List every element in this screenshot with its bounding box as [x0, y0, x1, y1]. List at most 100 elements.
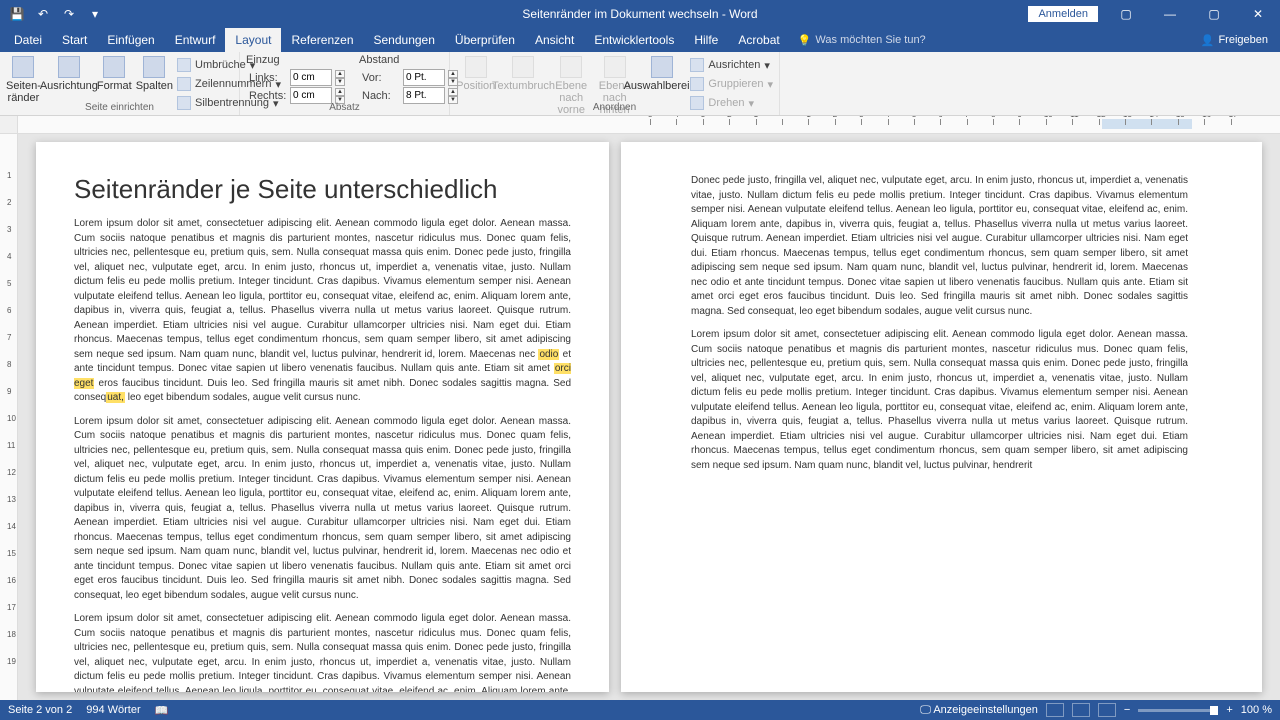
wrap-text-button: Textumbruch: [499, 54, 547, 92]
send-backward-icon: [604, 56, 626, 78]
tab-hilfe[interactable]: Hilfe: [684, 28, 728, 52]
share-label: Freigeben: [1218, 34, 1268, 46]
highlighted-text: odio: [538, 349, 559, 360]
spin-up[interactable]: ▲: [335, 88, 345, 96]
redo-button[interactable]: ↷: [58, 3, 80, 25]
display-settings-button[interactable]: 🖵 Anzeigeeinstellungen: [920, 704, 1038, 717]
zoom-level[interactable]: 100 %: [1241, 704, 1272, 716]
wrap-text-icon: [512, 56, 534, 78]
zoom-slider[interactable]: [1138, 709, 1218, 712]
print-layout-view[interactable]: [1072, 703, 1090, 717]
margins-label: Seiten- ränder: [6, 80, 41, 104]
web-layout-view[interactable]: [1098, 703, 1116, 717]
display-settings-label: Anzeigeeinstellungen: [933, 704, 1038, 716]
tab-entwurf[interactable]: Entwurf: [165, 28, 226, 52]
selection-pane-button[interactable]: Auswahlbereich: [638, 54, 686, 92]
ribbon-options-button[interactable]: ▢: [1104, 0, 1148, 28]
indent-left-label: Links:: [249, 72, 287, 84]
group-arrange-label: Anordnen: [450, 102, 779, 113]
tab-layout[interactable]: Layout: [225, 28, 281, 52]
title-bar: 💾 ↶ ↷ ▾ Seitenränder im Dokument wechsel…: [0, 0, 1280, 28]
indent-heading: Einzug: [246, 54, 345, 66]
ribbon-tabs: Datei Start Einfügen Entwurf Layout Refe…: [0, 28, 1280, 52]
close-button[interactable]: ✕: [1236, 0, 1280, 28]
highlighted-text: uat,: [106, 392, 125, 403]
word-count[interactable]: 994 Wörter: [86, 704, 140, 716]
read-mode-view[interactable]: [1046, 703, 1064, 717]
indent-left-input[interactable]: [290, 69, 332, 86]
tab-ueberpruefen[interactable]: Überprüfen: [445, 28, 525, 52]
group-icon: [690, 77, 704, 91]
page-1[interactable]: Seitenränder je Seite unterschiedlich Lo…: [36, 142, 609, 692]
spacing-heading: Abstand: [359, 54, 458, 66]
bring-forward-icon: [560, 56, 582, 78]
share-button[interactable]: 👤 Freigeben: [1189, 28, 1280, 52]
group-objects-button: Gruppieren ▾: [690, 75, 773, 93]
horizontal-ruler[interactable]: 543211234567891011121314151617: [0, 116, 1280, 134]
orientation-icon: [58, 56, 80, 78]
minimize-button[interactable]: —: [1148, 0, 1192, 28]
size-icon: [103, 56, 125, 78]
line-numbers-icon: [177, 77, 191, 91]
margins-button[interactable]: Seiten- ränder: [6, 54, 41, 104]
margins-icon: [12, 56, 34, 78]
document-heading: Seitenränder je Seite unterschiedlich: [74, 174, 571, 205]
spellcheck-icon[interactable]: 📖: [155, 704, 169, 717]
paragraph: Lorem ipsum dolor sit amet, consectetuer…: [74, 612, 571, 692]
tab-ansicht[interactable]: Ansicht: [525, 28, 584, 52]
columns-button[interactable]: Spalten: [136, 54, 173, 92]
tab-start[interactable]: Start: [52, 28, 97, 52]
tell-me-label: Was möchten Sie tun?: [815, 34, 925, 46]
position-icon: [465, 56, 487, 78]
spacing-after-label: Nach:: [362, 90, 400, 102]
breaks-icon: [177, 58, 191, 72]
tab-sendungen[interactable]: Sendungen: [364, 28, 445, 52]
align-button[interactable]: Ausrichten ▾: [690, 56, 773, 74]
spin-down[interactable]: ▼: [335, 78, 345, 86]
selection-pane-icon: [651, 56, 673, 78]
tab-acrobat[interactable]: Acrobat: [728, 28, 789, 52]
qat-customize-button[interactable]: ▾: [84, 3, 106, 25]
align-label: Ausrichten: [708, 59, 760, 71]
spacing-before-field[interactable]: Vor:▲▼: [359, 69, 458, 86]
zoom-in-button[interactable]: +: [1226, 704, 1232, 716]
spin-up[interactable]: ▲: [335, 70, 345, 78]
size-label: Format: [97, 80, 132, 92]
window-title: Seitenränder im Dokument wechseln - Word: [522, 7, 757, 21]
group-paragraph-label: Absatz: [240, 102, 449, 113]
orientation-label: Ausrichtung: [40, 80, 98, 92]
columns-icon: [143, 56, 165, 78]
undo-button[interactable]: ↶: [32, 3, 54, 25]
status-bar: Seite 2 von 2 994 Wörter 📖 🖵 Anzeigeeins…: [0, 700, 1280, 720]
columns-label: Spalten: [136, 80, 173, 92]
breaks-label: Umbrüche: [195, 59, 246, 71]
vertical-ruler[interactable]: 12345678910111213141516171819: [0, 134, 18, 700]
group-page-setup-label: Seite einrichten: [0, 102, 239, 113]
spacing-before-label: Vor:: [362, 72, 400, 84]
document-area[interactable]: Seitenränder je Seite unterschiedlich Lo…: [18, 134, 1280, 700]
tab-datei[interactable]: Datei: [4, 28, 52, 52]
zoom-out-button[interactable]: −: [1124, 704, 1130, 716]
maximize-button[interactable]: ▢: [1192, 0, 1236, 28]
indent-left-field[interactable]: Links: ▲▼: [246, 69, 345, 86]
wrap-text-label: Textumbruch: [492, 80, 555, 92]
paragraph: Donec pede justo, fringilla vel, aliquet…: [691, 174, 1188, 319]
ribbon: Seiten- ränder Ausrichtung Format Spalte…: [0, 52, 1280, 116]
page-2[interactable]: Donec pede justo, fringilla vel, aliquet…: [621, 142, 1262, 692]
position-button: Position: [456, 54, 495, 92]
save-button[interactable]: 💾: [6, 3, 28, 25]
orientation-button[interactable]: Ausrichtung: [45, 54, 93, 92]
sign-in-button[interactable]: Anmelden: [1028, 6, 1098, 22]
align-icon: [690, 58, 704, 72]
paragraph: Lorem ipsum dolor sit amet, consectetuer…: [74, 217, 571, 406]
paragraph: Lorem ipsum dolor sit amet, consectetuer…: [691, 328, 1188, 473]
tab-referenzen[interactable]: Referenzen: [281, 28, 363, 52]
tell-me-search[interactable]: 💡 Was möchten Sie tun?: [790, 28, 934, 52]
page-indicator[interactable]: Seite 2 von 2: [8, 704, 72, 716]
size-button[interactable]: Format: [97, 54, 132, 92]
tab-einfuegen[interactable]: Einfügen: [97, 28, 164, 52]
group-label: Gruppieren: [708, 78, 763, 90]
tab-entwicklertools[interactable]: Entwicklertools: [584, 28, 684, 52]
spacing-before-input[interactable]: [403, 69, 445, 86]
paragraph: Lorem ipsum dolor sit amet, consectetuer…: [74, 415, 571, 604]
